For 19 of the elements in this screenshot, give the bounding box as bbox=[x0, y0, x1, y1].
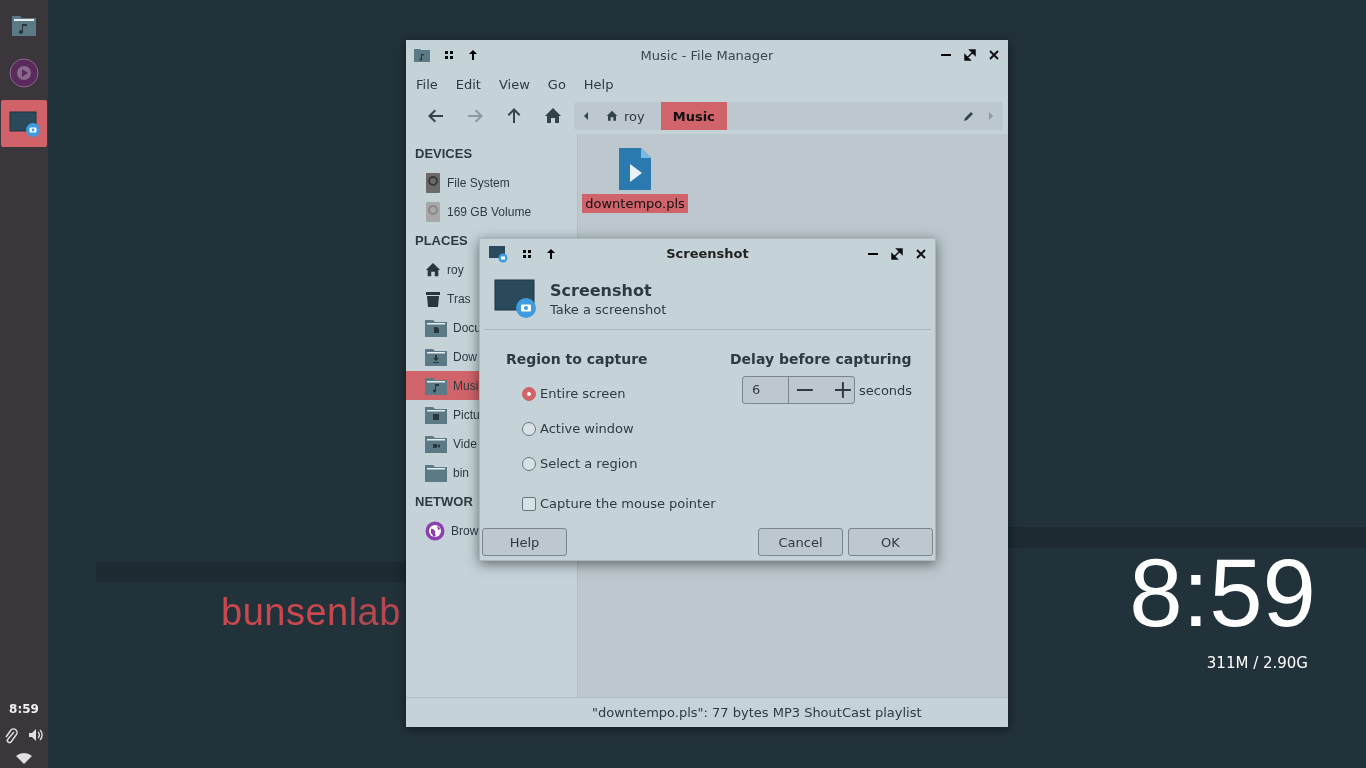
dialog-heading: Screenshot bbox=[550, 280, 653, 300]
option-label: Capture the mouse pointer bbox=[540, 496, 716, 511]
sidebar-heading: NETWOR bbox=[415, 493, 473, 511]
section-heading: Region to capture bbox=[506, 351, 649, 367]
option-label: Entire screen bbox=[540, 386, 626, 401]
memory-text: 311M / 2.90G bbox=[1206, 653, 1308, 672]
option-label: Active window bbox=[540, 421, 634, 436]
section-heading: Delay before capturing bbox=[730, 351, 913, 367]
logo-text: bunsenlab bbox=[221, 591, 401, 634]
window-title: Screenshot bbox=[666, 246, 749, 261]
sidebar-heading: DEVICES bbox=[415, 145, 473, 163]
status-text: "downtempo.pls": 77 bytes MP3 ShoutCast playlist bbox=[592, 705, 922, 720]
clock-time: 8:59 bbox=[1129, 540, 1316, 646]
window-title: Music - File Manager bbox=[640, 47, 774, 63]
clock-text: 8:59 bbox=[9, 702, 39, 716]
unit-label: seconds bbox=[859, 382, 913, 398]
option-label: Select a region bbox=[540, 456, 638, 471]
sidebar-heading: PLACES bbox=[415, 232, 468, 250]
dialog-subtitle: Take a screenshot bbox=[550, 301, 667, 317]
